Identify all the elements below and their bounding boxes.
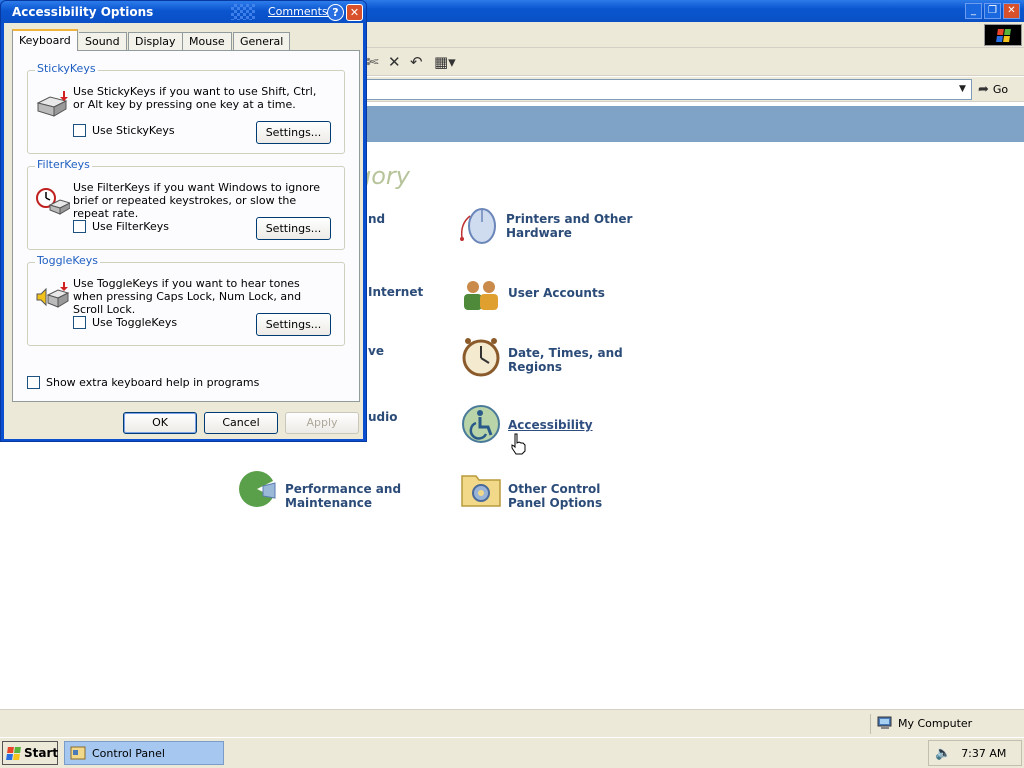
status-separator [870, 714, 871, 734]
category-other-options[interactable]: Other Control Panel Options [460, 468, 638, 510]
restore-button[interactable]: ❐ [984, 3, 1001, 19]
status-location: My Computer [877, 716, 972, 730]
clock: 7:37 AM [961, 746, 1007, 760]
group-title: ToggleKeys [35, 254, 101, 267]
filterkeys-group: FilterKeys Use FilterKeys if you want Wi… [27, 158, 345, 250]
windows-logo-icon [984, 24, 1022, 46]
go-label: Go [992, 83, 1009, 96]
status-location-label: My Computer [898, 716, 973, 730]
checkbox-label[interactable]: Use ToggleKeys [92, 316, 177, 329]
go-button[interactable]: ➦ Go [978, 80, 1008, 99]
accessibility-options-dialog: Accessibility Options Comments? ? ✕ Keyb… [0, 0, 367, 442]
category-printers-hardware[interactable]: Printers and Other Hardware [458, 204, 636, 246]
keyboard-tab-panel: StickyKeys Use StickyKeys if you want to… [12, 50, 360, 402]
tab-general[interactable]: General [233, 32, 291, 51]
dialog-close-button[interactable]: ✕ [346, 4, 363, 21]
group-title: FilterKeys [35, 158, 92, 171]
tab-sound[interactable]: Sound [79, 32, 127, 51]
group-description: Use StickyKeys if you want to use Shift,… [73, 85, 317, 111]
ok-button[interactable]: OK [123, 412, 197, 434]
minimize-button[interactable]: _ [965, 3, 982, 19]
taskbar: Start Control Panel 🔈 7:37 AM [0, 737, 1024, 768]
use-togglekeys-checkbox[interactable]: Use ToggleKeys [73, 316, 177, 329]
category-accessibility[interactable]: Accessibility [460, 403, 638, 445]
category-label[interactable]: Date, Times, and Regions [508, 336, 638, 374]
taskbar-control-panel-button[interactable]: Control Panel [64, 741, 224, 765]
category-label[interactable]: Accessibility [508, 403, 638, 432]
category-performance[interactable]: Performance and Maintenance [237, 468, 415, 510]
move-to-icon[interactable]: ✄ [366, 54, 379, 70]
checkbox-box[interactable] [73, 124, 86, 137]
partial-label-add-remove[interactable]: ve [368, 344, 384, 358]
group-description: Use ToggleKeys if you want to hear tones… [73, 277, 302, 316]
status-bar: My Computer [0, 709, 1024, 737]
category-label[interactable]: User Accounts [508, 274, 638, 300]
checkbox-label[interactable]: Use FilterKeys [92, 220, 169, 233]
address-input[interactable]: ▼ [360, 79, 972, 100]
checkbox-box[interactable] [27, 376, 40, 389]
comments-link[interactable]: Comments? [268, 5, 333, 18]
checkbox-box[interactable] [73, 220, 86, 233]
stickykeys-icon [36, 91, 68, 117]
user-accounts-icon [464, 281, 498, 310]
cancel-button[interactable]: Cancel [204, 412, 278, 434]
start-label: Start [24, 746, 59, 760]
close-button[interactable]: ✕ [1003, 3, 1020, 19]
printer-mouse-icon [460, 208, 496, 244]
partial-label-appearance[interactable]: nd [368, 212, 385, 226]
tab-display[interactable]: Display [128, 32, 183, 51]
stickykeys-group: StickyKeys Use StickyKeys if you want to… [27, 62, 345, 154]
dialog-title: Accessibility Options [12, 5, 154, 19]
group-title: StickyKeys [35, 62, 98, 75]
system-tray: 🔈 7:37 AM [928, 740, 1022, 766]
task-label: Control Panel [92, 746, 165, 760]
other-options-icon [461, 475, 501, 507]
use-stickykeys-checkbox[interactable]: Use StickyKeys [73, 124, 175, 137]
clock-icon [462, 338, 500, 377]
partial-label-sounds-audio[interactable]: udio [368, 410, 398, 424]
control-panel-icon [70, 746, 86, 760]
help-button[interactable]: ? [327, 4, 344, 21]
performance-icon [239, 471, 278, 507]
category-date-time[interactable]: Date, Times, and Regions [460, 336, 638, 378]
checkbox-label[interactable]: Use StickyKeys [92, 124, 175, 137]
tab-mouse[interactable]: Mouse [182, 32, 232, 51]
category-label[interactable]: Performance and Maintenance [285, 468, 415, 510]
volume-icon[interactable]: 🔈 [935, 746, 951, 761]
use-filterkeys-checkbox[interactable]: Use FilterKeys [73, 220, 169, 233]
go-arrow-icon: ➦ [978, 82, 989, 97]
togglekeys-settings-button[interactable]: Settings... [256, 313, 331, 336]
partial-label-network[interactable]: Internet [368, 285, 423, 299]
checkbox-label[interactable]: Show extra keyboard help in programs [46, 376, 259, 389]
tab-strip: Keyboard Sound Display Mouse General [12, 29, 360, 51]
apply-button: Apply [285, 412, 359, 434]
accessibility-icon [462, 405, 500, 443]
undo-icon[interactable]: ↶ [410, 54, 423, 70]
titlebar-decoration [231, 4, 255, 20]
address-dropdown-icon[interactable]: ▼ [954, 80, 971, 99]
my-computer-icon [877, 716, 892, 729]
category-user-accounts[interactable]: User Accounts [460, 274, 638, 316]
togglekeys-icon [36, 282, 70, 308]
togglekeys-group: ToggleKeys Use ToggleKeys if you want to… [27, 254, 345, 346]
start-button[interactable]: Start [2, 741, 58, 765]
extra-keyboard-help-checkbox[interactable]: Show extra keyboard help in programs [27, 376, 259, 389]
filterkeys-settings-button[interactable]: Settings... [256, 217, 331, 240]
dialog-body: Keyboard Sound Display Mouse General Sti… [4, 23, 363, 439]
delete-icon[interactable]: ✕ [388, 54, 401, 70]
hand-cursor-icon [511, 433, 526, 455]
category-label[interactable]: Printers and Other Hardware [506, 204, 636, 240]
dialog-titlebar[interactable]: Accessibility Options Comments? ? ✕ [1, 1, 366, 23]
filterkeys-icon [36, 188, 70, 215]
views-icon[interactable]: ▦▾ [434, 54, 456, 70]
group-description: Use FilterKeys if you want Windows to ig… [73, 181, 321, 220]
start-windows-icon [6, 746, 21, 760]
stickykeys-settings-button[interactable]: Settings... [256, 121, 331, 144]
tab-keyboard[interactable]: Keyboard [12, 29, 78, 51]
checkbox-box[interactable] [73, 316, 86, 329]
category-label[interactable]: Other Control Panel Options [508, 468, 638, 510]
